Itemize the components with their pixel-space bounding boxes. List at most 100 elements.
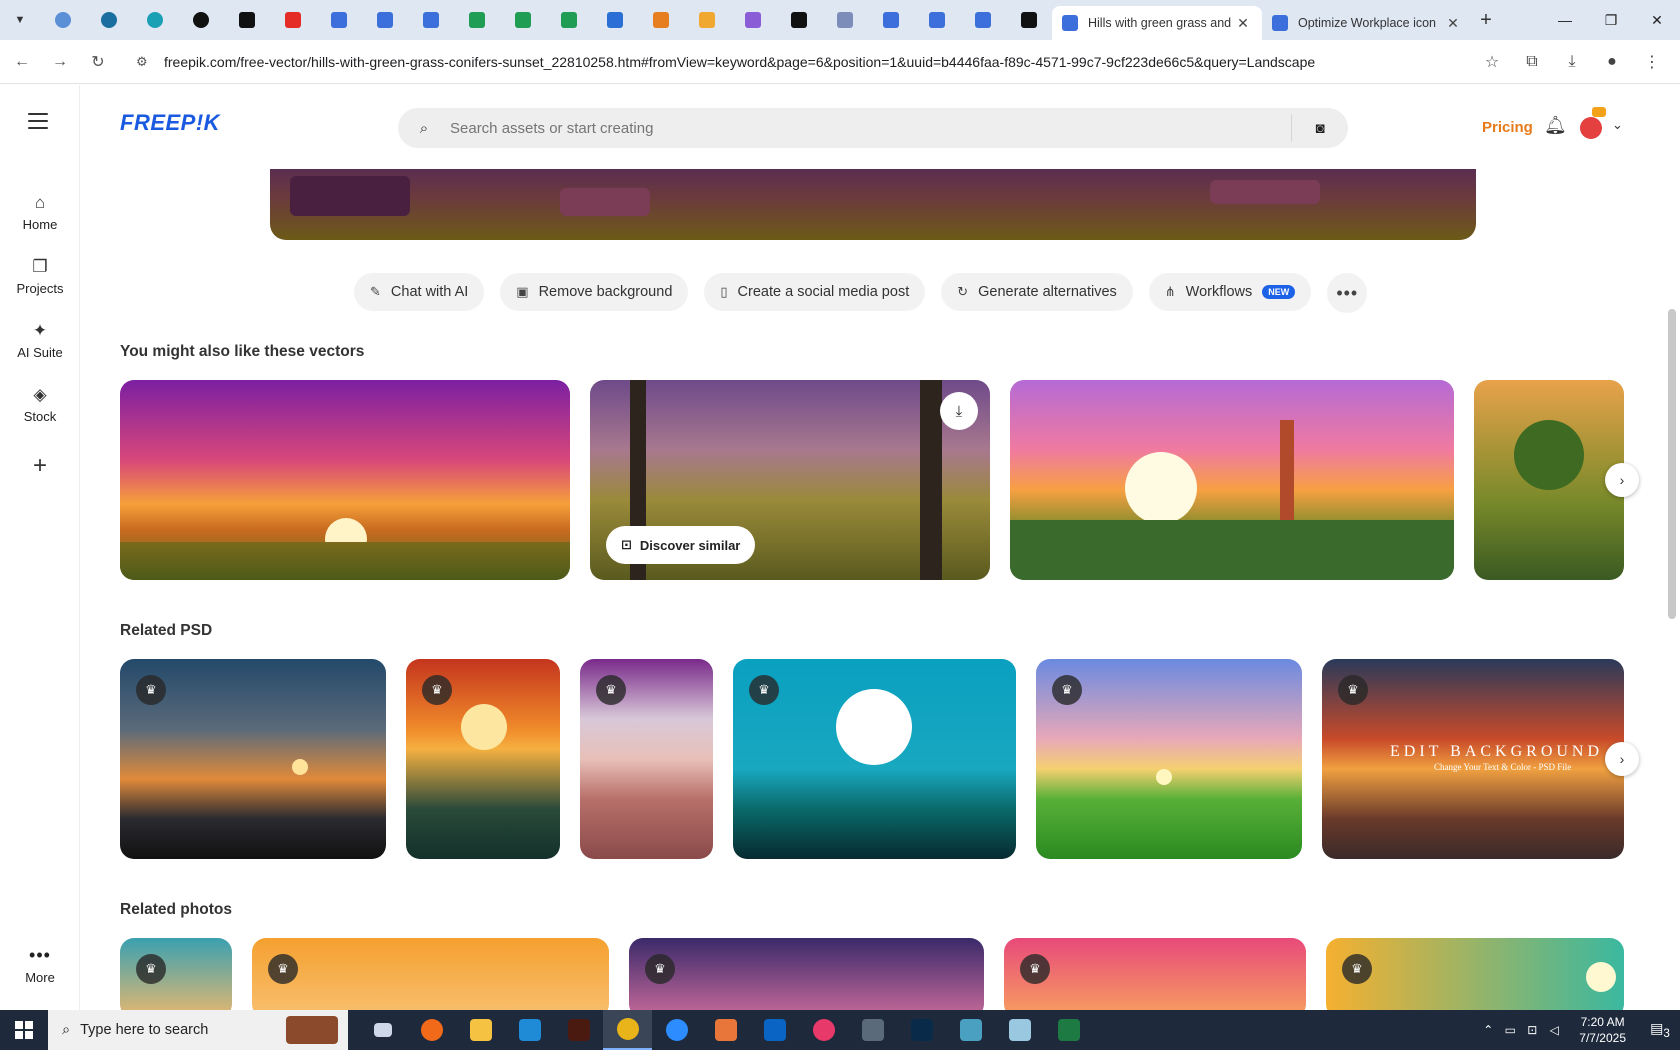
more-tools-button[interactable]: ••• <box>1327 273 1368 313</box>
sidebar-item-more[interactable]: ••• More <box>0 945 80 985</box>
photo-card[interactable]: ♛ <box>629 938 984 1010</box>
workflows-button[interactable]: ⋔ Workflows NEW <box>1148 273 1312 311</box>
psd-card[interactable]: ♛ <box>1036 659 1302 859</box>
restore-icon[interactable]: ❐ <box>1588 0 1634 40</box>
tab-search-button[interactable]: ▼ <box>8 8 32 32</box>
sidebar-item-home[interactable]: ⌂ Home <box>0 193 80 232</box>
browser-menu-icon[interactable]: ⋮ <box>1632 46 1672 78</box>
file-explorer-icon[interactable] <box>456 1010 505 1050</box>
photo-card[interactable]: ♛ <box>252 938 609 1010</box>
add-icon[interactable]: + <box>28 454 52 479</box>
pen-tool-icon[interactable] <box>848 1010 897 1050</box>
url-field[interactable]: ⚙ freepik.com/free-vector/hills-with-gre… <box>124 44 1454 79</box>
notes-icon[interactable] <box>995 1010 1044 1050</box>
clock[interactable]: 7:20 AM 7/7/2025 <box>1579 1014 1626 1046</box>
chat-with-ai-button[interactable]: ✎ Chat with AI <box>354 273 485 311</box>
pinned-tab[interactable] <box>40 4 86 36</box>
start-button[interactable] <box>0 1010 48 1050</box>
pinned-tab[interactable] <box>592 4 638 36</box>
extensions-icon[interactable]: ⧉ <box>1512 46 1552 78</box>
creative-cloud-icon[interactable] <box>799 1010 848 1050</box>
notification-center-icon[interactable]: ▤3 <box>1640 1020 1680 1040</box>
photo-card[interactable]: ♛ <box>120 938 232 1010</box>
app-icon[interactable] <box>701 1010 750 1050</box>
generate-alternatives-button[interactable]: ↻ Generate alternatives <box>941 273 1133 311</box>
psd-card[interactable]: ♛ <box>406 659 560 859</box>
pinned-tab[interactable] <box>546 4 592 36</box>
new-tab-button[interactable]: + <box>1472 9 1500 32</box>
chevron-down-icon[interactable]: ⌄ <box>1612 117 1623 133</box>
social-post-button[interactable]: ▯ Create a social media post <box>704 273 926 311</box>
pinned-tab[interactable] <box>822 4 868 36</box>
user-avatar[interactable] <box>1580 117 1602 139</box>
psd-card[interactable]: ♛ <box>120 659 386 859</box>
pinned-tab[interactable] <box>86 4 132 36</box>
pinned-tab[interactable] <box>1006 4 1052 36</box>
taskbar-search-box[interactable]: ⌕ Type here to search <box>48 1010 348 1050</box>
sidebar-item-ai-suite[interactable]: ✦ AI Suite <box>0 321 80 360</box>
sidebar-item-projects[interactable]: ❐ Projects <box>0 257 80 296</box>
bookmark-star-icon[interactable]: ☆ <box>1472 46 1512 78</box>
scrollbar-thumb[interactable] <box>1668 309 1676 619</box>
remove-background-button[interactable]: ▣ Remove background <box>500 273 689 311</box>
main-preview-image[interactable] <box>270 168 1476 240</box>
pinned-tab[interactable] <box>270 4 316 36</box>
pinned-tab[interactable] <box>914 4 960 36</box>
illustrator-icon[interactable] <box>554 1010 603 1050</box>
outlook-icon[interactable] <box>750 1010 799 1050</box>
pinned-tab[interactable] <box>316 4 362 36</box>
close-tab-icon[interactable]: ✕ <box>1234 15 1252 32</box>
sidebar-item-stock[interactable]: ◈ Stock <box>0 385 80 424</box>
vector-card[interactable]: ⤓ ⊡ Discover similar <box>590 380 990 580</box>
profile-avatar-icon[interactable]: ● <box>1592 46 1632 78</box>
close-window-icon[interactable]: ✕ <box>1634 0 1680 40</box>
psd-card[interactable]: EDIT BACKGROUND Change Your Text & Color… <box>1322 659 1624 859</box>
pinned-tab[interactable] <box>362 4 408 36</box>
vector-card[interactable] <box>1010 380 1454 580</box>
chrome-icon[interactable] <box>603 1010 652 1050</box>
forward-arrow-icon[interactable]: → <box>44 46 76 78</box>
page-scrollbar[interactable] <box>1668 89 1676 1010</box>
pinned-tab[interactable] <box>178 4 224 36</box>
pinned-tab[interactable] <box>638 4 684 36</box>
close-tab-icon[interactable]: ✕ <box>1444 15 1462 32</box>
pinned-tab[interactable] <box>224 4 270 36</box>
carousel-next-arrow-icon[interactable]: › <box>1605 463 1639 497</box>
vscode-icon[interactable] <box>505 1010 554 1050</box>
pinned-tab[interactable] <box>408 4 454 36</box>
firefox-icon[interactable] <box>407 1010 456 1050</box>
display-icon[interactable]: ▭ <box>1499 1023 1521 1037</box>
pinned-tab[interactable] <box>454 4 500 36</box>
tab-active[interactable]: Hills with green grass and ✕ <box>1052 6 1262 40</box>
zoom-icon[interactable] <box>652 1010 701 1050</box>
minimize-icon[interactable]: — <box>1542 0 1588 40</box>
camera-icon[interactable]: ◙ <box>1292 120 1348 137</box>
download-icon[interactable]: ⤓ <box>940 392 978 430</box>
menu-hamburger-icon[interactable] <box>28 113 48 134</box>
vector-card[interactable] <box>1474 380 1624 580</box>
photo-card[interactable]: ♛ <box>1326 938 1624 1010</box>
photoshop-icon[interactable] <box>897 1010 946 1050</box>
psd-card[interactable]: ♛ <box>733 659 1016 859</box>
network-icon[interactable]: ⊡ <box>1521 1023 1543 1037</box>
tray-chevron-icon[interactable]: ⌃ <box>1477 1023 1499 1037</box>
carousel-next-arrow-icon[interactable]: › <box>1605 742 1639 776</box>
pinned-tab[interactable] <box>500 4 546 36</box>
vector-card[interactable] <box>120 380 570 580</box>
freepik-logo[interactable]: FREEP!K <box>120 110 220 136</box>
pinned-tab[interactable] <box>684 4 730 36</box>
task-view-icon[interactable] <box>358 1010 407 1050</box>
pinned-tab[interactable] <box>960 4 1006 36</box>
back-arrow-icon[interactable]: ← <box>6 46 38 78</box>
app-icon[interactable] <box>946 1010 995 1050</box>
notification-bell-icon[interactable]: 🔔︎ <box>1544 115 1567 136</box>
volume-icon[interactable]: ◁ <box>1543 1023 1565 1037</box>
tab-inactive[interactable]: Optimize Workplace icon ✕ <box>1262 6 1472 40</box>
psd-card[interactable]: ♛ <box>580 659 713 859</box>
reload-icon[interactable]: ↻ <box>82 46 114 78</box>
discover-similar-button[interactable]: ⊡ Discover similar <box>606 526 756 564</box>
pinned-tab[interactable] <box>730 4 776 36</box>
excel-icon[interactable] <box>1044 1010 1093 1050</box>
pinned-tab[interactable] <box>868 4 914 36</box>
site-info-icon[interactable]: ⚙ <box>136 54 156 70</box>
